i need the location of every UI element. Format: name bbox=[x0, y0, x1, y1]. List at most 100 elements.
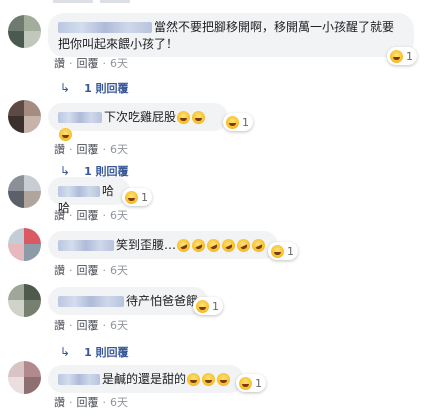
reaction-count[interactable]: 1 bbox=[268, 242, 298, 260]
commenter-name-blurred[interactable] bbox=[58, 186, 100, 197]
separator: · bbox=[102, 318, 107, 332]
rofl-emoji-icon bbox=[234, 236, 253, 255]
timestamp[interactable]: 6天 bbox=[110, 141, 128, 157]
timestamp[interactable]: 6天 bbox=[110, 262, 128, 278]
avatar-pixel bbox=[8, 284, 25, 301]
reply-arrow-icon: ↳ bbox=[60, 164, 71, 178]
reaction-number: 1 bbox=[212, 299, 219, 313]
like-button[interactable]: 讚 bbox=[54, 262, 65, 278]
comment-actions: 讚 · 回覆 · 6天 bbox=[54, 317, 128, 333]
reaction-number: 1 bbox=[141, 190, 148, 204]
separator: · bbox=[102, 56, 107, 70]
comment-text: 下次吃雞屁股 bbox=[104, 110, 177, 124]
reply-button[interactable]: 回覆 bbox=[77, 207, 99, 223]
smiling-emoji-icon bbox=[187, 373, 201, 386]
previous-comment-edge bbox=[0, 0, 443, 4]
comment-bubble: 哈哈 bbox=[48, 177, 130, 215]
avatar-pixel bbox=[8, 300, 25, 317]
commenter-name-blurred[interactable] bbox=[58, 112, 102, 123]
reply-button[interactable]: 回覆 bbox=[77, 141, 99, 157]
comment-actions: 讚 · 回覆 · 6天 bbox=[54, 394, 128, 410]
separator: · bbox=[102, 208, 107, 222]
comment-actions: 讚 · 回覆 · 6天 bbox=[54, 141, 128, 157]
avatar-pixel bbox=[24, 191, 41, 208]
separator: · bbox=[102, 395, 107, 409]
haha-emoji-icon bbox=[390, 49, 403, 63]
comment-actions: 讚 · 回覆 · 6天 bbox=[54, 207, 128, 223]
avatar-pixel bbox=[24, 15, 41, 32]
avatar-pixel bbox=[8, 361, 25, 378]
replies-label: 1 則回覆 bbox=[84, 346, 129, 359]
separator: · bbox=[102, 142, 107, 156]
reaction-number: 1 bbox=[242, 115, 249, 129]
comment-bubble: 是鹹的還是甜的 bbox=[48, 365, 244, 393]
avatar[interactable] bbox=[8, 175, 41, 208]
replies-label: 1 則回覆 bbox=[84, 82, 129, 95]
avatar-pixel bbox=[24, 361, 41, 378]
reply-arrow-icon: ↳ bbox=[60, 81, 71, 95]
haha-emoji-icon bbox=[125, 190, 138, 204]
avatar[interactable] bbox=[8, 228, 41, 261]
avatar-pixel bbox=[8, 377, 25, 394]
timestamp[interactable]: 6天 bbox=[110, 394, 128, 410]
timestamp[interactable]: 6天 bbox=[110, 207, 128, 223]
haha-emoji-icon bbox=[226, 115, 239, 129]
reaction-number: 1 bbox=[255, 376, 262, 390]
comment-actions: 讚 · 回覆 · 6天 bbox=[54, 262, 128, 278]
avatar-pixel bbox=[8, 15, 25, 32]
reply-button[interactable]: 回覆 bbox=[77, 394, 99, 410]
separator: · bbox=[69, 56, 73, 70]
timestamp[interactable]: 6天 bbox=[110, 55, 128, 71]
reply-button[interactable]: 回覆 bbox=[77, 262, 99, 278]
avatar[interactable] bbox=[8, 15, 41, 48]
reaction-count[interactable]: 1 bbox=[236, 374, 266, 392]
avatar-pixel bbox=[24, 116, 41, 133]
like-button[interactable]: 讚 bbox=[54, 317, 65, 333]
separator: · bbox=[69, 318, 73, 332]
avatar-pixel bbox=[8, 244, 25, 261]
like-button[interactable]: 讚 bbox=[54, 394, 65, 410]
avatar[interactable] bbox=[8, 361, 41, 394]
timestamp[interactable]: 6天 bbox=[110, 317, 128, 333]
avatar-pixel bbox=[24, 300, 41, 317]
comment-bubble: 笑到歪腰… bbox=[48, 231, 278, 259]
blurred-name bbox=[100, 0, 130, 3]
comment-text: 把你叫起來餵小孩了！ bbox=[58, 37, 179, 51]
haha-emoji-icon bbox=[196, 299, 209, 313]
avatar-pixel bbox=[24, 244, 41, 261]
commenter-name-blurred[interactable] bbox=[58, 22, 152, 33]
reply-button[interactable]: 回覆 bbox=[77, 55, 99, 71]
like-button[interactable]: 讚 bbox=[54, 207, 65, 223]
commenter-name-blurred[interactable] bbox=[58, 374, 100, 385]
like-button[interactable]: 讚 bbox=[54, 55, 65, 71]
comment-bubble: 下次吃雞屁股 bbox=[48, 103, 228, 141]
comment-text: 當然不要把腳移開啊，移開萬一小孩醒了就要 bbox=[154, 20, 395, 34]
avatar-pixel bbox=[8, 175, 25, 192]
avatar-pixel bbox=[8, 191, 25, 208]
comment-bubble: 待产怕爸爸餓 bbox=[48, 287, 208, 315]
avatar[interactable] bbox=[8, 284, 41, 317]
rofl-emoji-icon bbox=[174, 236, 193, 255]
avatar[interactable] bbox=[8, 100, 41, 133]
comment-text: 待产怕爸爸餓 bbox=[126, 294, 199, 308]
smiling-emoji-icon bbox=[202, 373, 216, 386]
like-button[interactable]: 讚 bbox=[54, 141, 65, 157]
commenter-name-blurred[interactable] bbox=[58, 240, 114, 251]
view-replies-link[interactable]: ↳ 1 則回覆 bbox=[60, 344, 129, 360]
reaction-count[interactable]: 1 bbox=[387, 47, 417, 65]
reaction-count[interactable]: 1 bbox=[122, 188, 152, 206]
reaction-count[interactable]: 1 bbox=[193, 297, 223, 315]
haha-emoji-icon bbox=[271, 244, 284, 258]
avatar-pixel bbox=[24, 228, 41, 245]
avatar-pixel bbox=[8, 31, 25, 48]
avatar-pixel bbox=[24, 175, 41, 192]
commenter-name-blurred[interactable] bbox=[58, 296, 124, 307]
blurred-name bbox=[53, 0, 93, 3]
reply-button[interactable]: 回覆 bbox=[77, 317, 99, 333]
view-replies-link[interactable]: ↳ 1 則回覆 bbox=[60, 80, 129, 96]
reaction-count[interactable]: 1 bbox=[223, 113, 253, 131]
comment-text: 笑到歪腰… bbox=[116, 238, 177, 252]
haha-emoji-icon bbox=[177, 111, 191, 124]
rofl-emoji-icon bbox=[189, 236, 208, 255]
haha-emoji-icon bbox=[239, 376, 252, 390]
